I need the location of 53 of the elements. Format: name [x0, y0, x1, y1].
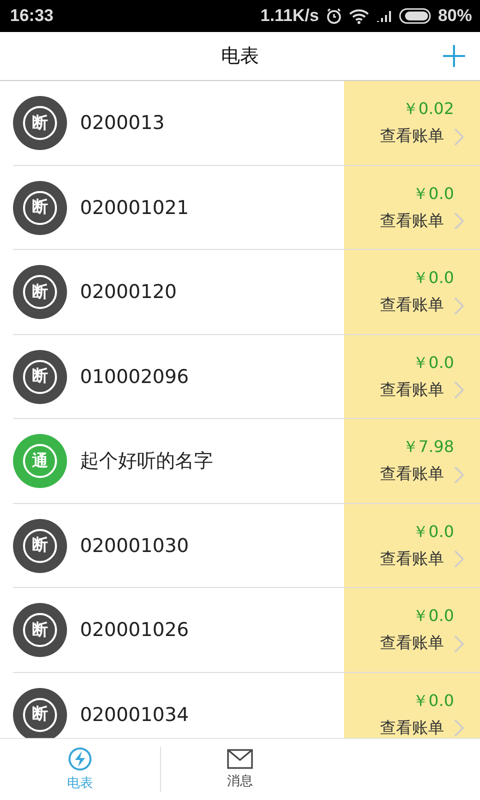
- status-badge: 断: [13, 603, 67, 658]
- status-badge: 断: [13, 350, 67, 404]
- chevron-right-icon: [454, 296, 464, 315]
- alarm-clock-icon: [326, 8, 342, 24]
- plus-icon: [442, 44, 466, 68]
- chevron-right-icon: [454, 381, 464, 400]
- status-badge: 断: [13, 688, 67, 738]
- meter-name: 020001026: [80, 619, 189, 642]
- meter-name: 02000120: [80, 281, 177, 304]
- balance-amount: ￥0.0: [412, 184, 454, 205]
- status-badge: 通: [13, 434, 67, 488]
- view-bill-link[interactable]: 查看账单: [380, 295, 464, 316]
- signal-icon: [376, 10, 392, 22]
- balance-amount: ￥0.0: [412, 522, 454, 543]
- chevron-right-icon: [454, 634, 464, 653]
- status-badge: 断: [13, 180, 67, 235]
- chevron-right-icon: [454, 719, 464, 738]
- battery-percent: 80%: [438, 6, 472, 26]
- battery-icon: [398, 8, 431, 24]
- chevron-right-icon: [454, 212, 464, 230]
- view-bill-link[interactable]: 查看账单: [380, 126, 464, 148]
- balance-amount: ￥0.0: [412, 352, 454, 374]
- view-bill-link[interactable]: 查看账单: [380, 718, 464, 738]
- balance-amount: ￥7.98: [402, 437, 454, 458]
- page-title: 电表: [221, 44, 259, 69]
- meter-name: 起个好听的名字: [80, 449, 213, 474]
- envelope-icon: [227, 749, 253, 769]
- view-bill-link[interactable]: 查看账单: [380, 210, 464, 232]
- balance-amount: ￥0.0: [412, 606, 454, 628]
- view-bill-link[interactable]: 查看账单: [380, 633, 464, 654]
- wifi-icon: [348, 8, 369, 24]
- view-bill-link[interactable]: 查看账单: [380, 548, 464, 570]
- lightning-icon: [68, 747, 92, 771]
- meter-name: 010002096: [80, 366, 189, 388]
- meter-name: 0200013: [80, 112, 165, 134]
- status-badge: 断: [13, 96, 67, 150]
- view-bill-link[interactable]: 查看账单: [380, 464, 464, 486]
- chevron-right-icon: [454, 128, 464, 146]
- view-bill-link[interactable]: 查看账单: [380, 380, 464, 401]
- chevron-right-icon: [454, 550, 464, 568]
- status-badge: 断: [13, 265, 67, 320]
- status-badge: 断: [13, 518, 67, 573]
- meter-name: 020001021: [80, 196, 189, 219]
- meter-name: 020001034: [80, 704, 189, 726]
- clock: 16:33: [10, 6, 54, 26]
- chevron-right-icon: [454, 466, 464, 484]
- network-speed: 1.11K/s: [260, 6, 319, 26]
- balance-amount: ￥0.02: [402, 99, 454, 120]
- balance-amount: ￥0.0: [412, 690, 454, 712]
- add-button[interactable]: [440, 42, 468, 70]
- meter-name: 020001030: [80, 534, 189, 557]
- tab[interactable]: 消息: [160, 739, 320, 800]
- balance-amount: ￥0.0: [412, 268, 454, 290]
